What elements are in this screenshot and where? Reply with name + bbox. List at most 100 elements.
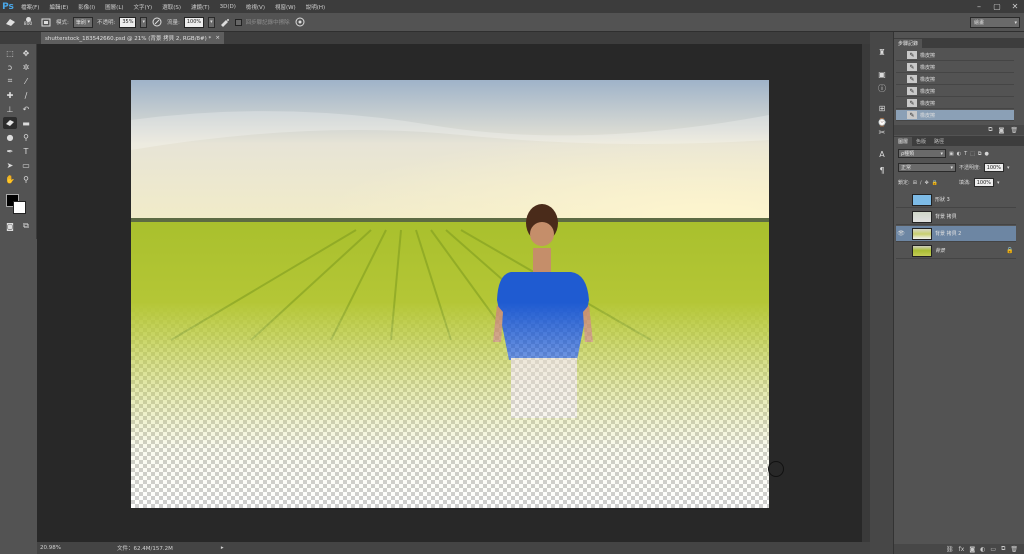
pen-tool-icon[interactable]: ✒ [3,145,17,157]
layer-row-selected[interactable]: 👁 背景 拷貝 2 [896,226,1016,242]
background-color-swatch[interactable] [13,201,26,214]
dodge-tool-icon[interactable]: ⚲ [19,131,33,143]
layer-row[interactable]: 背景 拷貝 [896,209,1016,225]
crop-tool-icon[interactable]: ⌗ [3,75,17,87]
new-layer-icon[interactable]: ⧉ [1001,545,1005,553]
magic-wand-tool-icon[interactable]: ✲ [19,61,33,73]
menu-type[interactable]: 文字(Y) [129,3,158,11]
menu-view[interactable]: 檢視(V) [241,3,270,11]
link-layers-icon[interactable]: ⛓ [946,546,954,553]
tab-paths[interactable]: 路徑 [930,137,948,146]
airbrush-icon[interactable] [219,16,231,28]
filter-pixel-icon[interactable]: ▣ [949,151,954,157]
layer-opacity-field[interactable]: 100% [983,163,1004,172]
hand-tool-icon[interactable]: ✋ [3,173,17,185]
delete-layer-icon[interactable]: 🗑 [1010,546,1018,553]
healing-brush-tool-icon[interactable]: ✚ [3,89,17,101]
flow-field[interactable]: 100% [183,16,205,28]
chevron-down-icon[interactable]: ▾ [1007,165,1010,171]
gradient-tool-icon[interactable]: ▬ [19,117,33,129]
new-document-from-state-icon[interactable]: ⧉ [988,126,992,134]
restore-button[interactable]: ▢ [988,0,1006,13]
quick-mask-icon[interactable]: ◙ [3,220,17,232]
blend-mode-select[interactable]: 正常 ▾ [898,163,956,172]
character-icon[interactable]: A [875,148,889,160]
eye-icon[interactable]: 👁 [896,226,906,242]
filter-adjustment-icon[interactable]: ◐ [957,151,961,157]
visibility-toggle[interactable] [896,209,906,225]
vertical-scrollbar[interactable] [862,44,870,542]
history-item[interactable]: ✎ 橡皮擦 [896,62,1014,73]
close-tab-icon[interactable]: × [215,35,220,41]
path-selection-tool-icon[interactable]: ➤ [3,159,17,171]
new-group-icon[interactable]: ▭ [990,546,996,553]
snapshot-icon[interactable]: ◙ [999,127,1005,134]
lock-transparent-icon[interactable]: ⊞ [913,180,917,186]
layer-row[interactable]: 形狀 3 [896,192,1016,208]
document-tab[interactable]: shutterstock_183542660.psd @ 21% (背景 拷貝 … [41,32,224,44]
tab-channels[interactable]: 色版 [912,137,930,146]
blur-tool-icon[interactable]: ● [3,131,17,143]
erase-to-history-checkbox[interactable] [234,18,242,26]
document-canvas[interactable] [131,80,769,508]
move-tool-icon[interactable]: ✥ [19,47,33,59]
history-item[interactable]: ✎ 橡皮擦 [896,98,1014,109]
pressure-opacity-icon[interactable] [151,16,163,28]
menu-window[interactable]: 視窗(W) [270,3,301,11]
brush-size-preview[interactable]: 800 [20,16,36,28]
lasso-tool-icon[interactable]: ↄ [3,61,17,73]
minimize-button[interactable]: – [970,0,988,13]
menu-edit[interactable]: 編輯(E) [44,3,73,11]
lock-all-icon[interactable]: 🔒 [932,180,938,186]
navigator-icon[interactable]: ⊞ [875,102,889,114]
eraser-tool-icon[interactable] [3,117,17,129]
flow-slider-toggle[interactable]: ▾ [208,16,215,28]
paragraph-icon[interactable]: ¶ [875,164,889,176]
visibility-toggle[interactable] [896,243,906,259]
filter-toggle-icon[interactable]: ● [984,151,988,157]
info-icon[interactable]: ⓘ [875,82,889,94]
brush-tool-icon[interactable]: ∕ [19,89,33,101]
opacity-field[interactable]: 35% [119,16,137,28]
mode-select[interactable]: 筆刷 ▾ [72,16,93,28]
menu-file[interactable]: 檔案(F) [16,3,44,11]
layer-kind-filter[interactable]: ρ種類 ▾ [898,149,946,158]
history-item[interactable]: ✎ 橡皮擦 [896,86,1014,97]
history-item[interactable]: ✎ 橡皮擦 [896,74,1014,85]
clone-source-icon[interactable]: ▣ [875,68,889,80]
filter-shape-icon[interactable]: ⬚ [970,151,975,157]
opacity-slider-toggle[interactable]: ▾ [140,16,147,28]
type-tool-icon[interactable]: T [19,145,33,157]
workspace-switcher[interactable]: 繪畫 ▾ [970,17,1020,28]
brush-preset-icon[interactable]: ♜ [875,46,889,58]
menu-3d[interactable]: 3D(D) [215,4,241,10]
layer-row[interactable]: 背景 🔒 [896,243,1016,259]
marquee-tool-icon[interactable]: ⬚ [3,47,17,59]
menu-filter[interactable]: 濾鏡(T) [186,3,215,11]
screen-mode-icon[interactable]: ⧉ [19,220,33,232]
tools-preset-icon[interactable]: ✂ [875,126,889,138]
zoom-level[interactable]: 20.98% [40,545,61,551]
tab-history[interactable]: 步驟記錄 [894,39,923,48]
adjustment-layer-icon[interactable]: ◐ [980,546,985,553]
rectangle-tool-icon[interactable]: ▭ [19,159,33,171]
history-brush-tool-icon[interactable]: ↶ [19,103,33,115]
trash-icon[interactable]: 🗑 [1010,127,1018,134]
filter-smart-object-icon[interactable]: ⧉ [978,151,982,157]
add-mask-icon[interactable]: ◙ [969,546,975,553]
close-button[interactable]: ✕ [1006,0,1024,13]
eyedropper-tool-icon[interactable]: ⁄ [19,75,33,87]
menu-help[interactable]: 說明(H) [301,3,330,11]
menu-image[interactable]: 影像(I) [73,3,100,11]
clone-stamp-tool-icon[interactable]: ⊥ [3,103,17,115]
menu-select[interactable]: 選取(S) [157,3,186,11]
lock-position-icon[interactable]: ✥ [925,180,929,186]
tools-panel-header[interactable] [0,32,37,44]
status-menu-arrow-icon[interactable]: ▸ [221,545,224,551]
layer-style-icon[interactable]: fx [959,546,965,553]
visibility-toggle[interactable] [896,192,906,208]
tab-layers[interactable]: 圖層 [894,137,913,146]
history-item[interactable]: ✎ 橡皮擦 [896,50,1014,61]
zoom-tool-icon[interactable]: ⚲ [19,173,33,185]
pressure-size-icon[interactable] [294,16,306,28]
